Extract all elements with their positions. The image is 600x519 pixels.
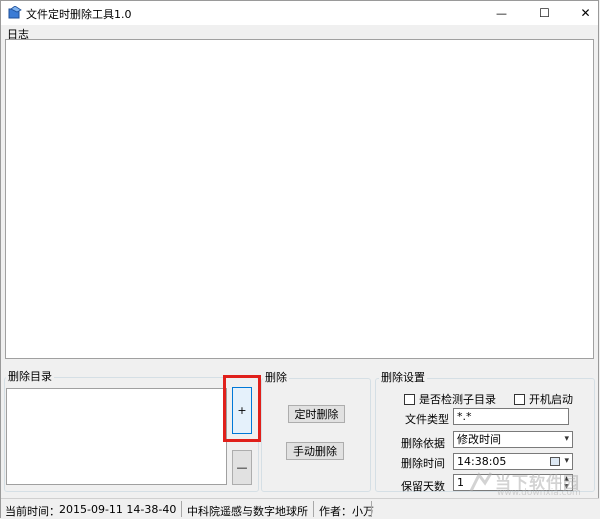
calendar-icon[interactable]	[550, 457, 560, 466]
close-button[interactable]: ✕	[563, 1, 600, 25]
keep-days-value: 1	[457, 476, 464, 489]
status-separator	[371, 501, 372, 517]
minimize-icon: —	[496, 6, 507, 20]
file-type-value: *.*	[457, 410, 472, 423]
delete-dir-list[interactable]	[6, 388, 227, 485]
basis-select[interactable]: 修改时间 ▾	[453, 431, 573, 448]
current-time-value: 2015-09-11 14-38-40	[59, 503, 177, 516]
checkbox-box[interactable]	[514, 393, 525, 405]
stepper-buttons[interactable]: ▲ ▼	[560, 475, 572, 490]
delete-group	[261, 378, 371, 492]
maximize-button[interactable]: ☐	[522, 1, 567, 25]
spin-down-icon[interactable]: ▼	[561, 483, 572, 491]
time-picker[interactable]: 14:38:05 ▾	[453, 453, 573, 470]
basis-label: 删除依据	[401, 437, 445, 450]
delete-dir-label: 删除目录	[6, 370, 54, 383]
time-label: 删除时间	[401, 457, 445, 470]
app-icon	[8, 6, 22, 19]
autostart-checkbox[interactable]: 开机启动	[514, 391, 573, 407]
checkbox-box[interactable]	[404, 393, 415, 405]
status-bar: 当前时间： 2015-09-11 14-38-40 中科院遥感与数字地球所 作者…	[1, 498, 599, 519]
highlight-annotation	[223, 375, 261, 442]
autostart-label: 开机启动	[529, 393, 573, 406]
org-label: 中科院遥感与数字地球所	[187, 505, 308, 518]
keep-days-label: 保留天数	[401, 480, 445, 493]
status-separator	[181, 501, 182, 517]
file-type-label: 文件类型	[405, 413, 449, 426]
spin-up-icon[interactable]: ▲	[561, 475, 572, 483]
check-subdir-label: 是否检测子目录	[419, 393, 496, 406]
check-subdir-checkbox[interactable]: 是否检测子目录	[404, 391, 496, 407]
window-title: 文件定时删除工具1.0	[26, 8, 132, 21]
maximize-icon: ☐	[539, 6, 550, 20]
app-window: 文件定时删除工具1.0 — ☐ ✕ 日志 删除目录 + — 删除 定时删除 手动…	[0, 0, 599, 519]
delete-settings-label: 删除设置	[379, 371, 427, 384]
author-label: 作者：小万	[319, 505, 374, 518]
basis-value: 修改时间	[457, 433, 501, 446]
delete-label: 删除	[263, 371, 289, 384]
current-time-label: 当前时间：	[5, 505, 60, 518]
timed-delete-button[interactable]: 定时删除	[288, 405, 345, 423]
chevron-down-icon[interactable]: ▾	[564, 455, 569, 468]
close-icon: ✕	[580, 6, 591, 20]
title-bar[interactable]: 文件定时删除工具1.0 — ☐ ✕	[1, 1, 598, 25]
file-type-input[interactable]: *.*	[453, 408, 569, 425]
time-value: 14:38:05	[457, 455, 507, 468]
log-textarea[interactable]	[5, 39, 594, 359]
status-separator	[313, 501, 314, 517]
remove-dir-button[interactable]: —	[232, 450, 252, 485]
manual-delete-button[interactable]: 手动删除	[286, 442, 344, 460]
chevron-down-icon: ▾	[564, 434, 569, 444]
keep-days-stepper[interactable]: 1 ▲ ▼	[453, 474, 573, 491]
minimize-button[interactable]: —	[479, 1, 524, 25]
